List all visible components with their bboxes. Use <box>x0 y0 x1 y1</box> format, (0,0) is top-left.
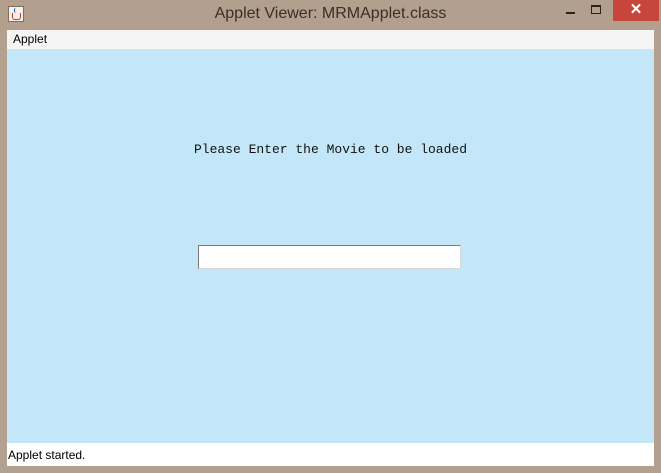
movie-name-input[interactable] <box>198 245 461 269</box>
menu-applet[interactable]: Applet <box>13 31 47 47</box>
applet-viewer-window: Applet Viewer: MRMApplet.class ✕ Applet … <box>0 0 661 473</box>
menu-bar: Applet <box>7 30 654 49</box>
maximize-icon[interactable] <box>582 0 610 21</box>
applet-panel: Please Enter the Movie to be loaded <box>7 49 654 443</box>
movie-prompt-label: Please Enter the Movie to be loaded <box>193 142 468 157</box>
status-text: Applet started. <box>8 448 86 462</box>
close-icon[interactable]: ✕ <box>613 0 659 21</box>
minimize-icon[interactable] <box>555 0 585 21</box>
title-bar[interactable]: Applet Viewer: MRMApplet.class ✕ <box>0 0 661 30</box>
status-bar: Applet started. <box>7 443 654 466</box>
